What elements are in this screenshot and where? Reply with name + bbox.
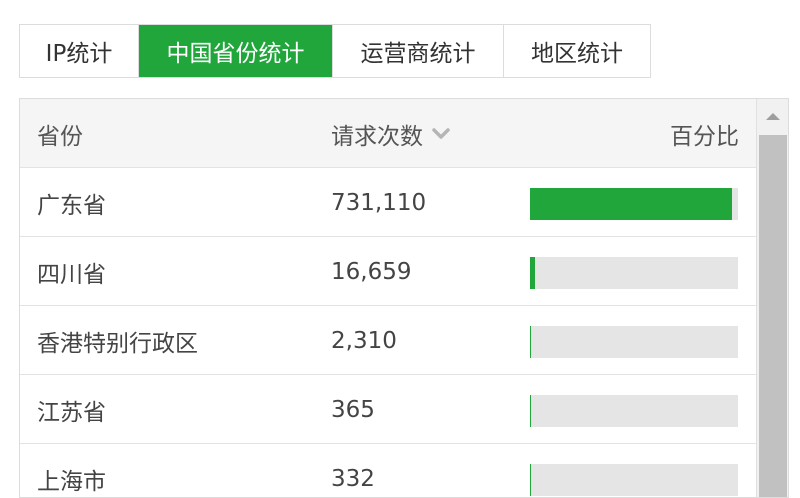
table-row: 四川省 16,659: [20, 237, 756, 306]
row-requests: 365: [331, 396, 375, 423]
row-requests: 16,659: [331, 258, 412, 285]
percent-bar-fill: [530, 188, 732, 220]
header-percent: 百分比: [670, 123, 739, 150]
row-province: 四川省: [37, 261, 106, 288]
table-row: 广东省 731,110: [20, 168, 756, 237]
tab-isp-stats[interactable]: 运营商统计: [333, 25, 504, 77]
triangle-up-icon: [765, 113, 780, 120]
chevron-down-icon: [432, 127, 450, 139]
header-requests-sortable[interactable]: 请求次数: [331, 99, 451, 168]
vertical-scrollbar[interactable]: [756, 99, 788, 497]
scrollbar-thumb[interactable]: [759, 135, 787, 497]
table-body: 省份 请求次数 百分比 广东省 731,110 四川省 16,659 香港特别行…: [20, 99, 756, 497]
tab-province-stats[interactable]: 中国省份统计: [139, 25, 333, 77]
row-province: 广东省: [37, 192, 106, 219]
table-row: 上海市 332: [20, 444, 756, 497]
row-province: 香港特别行政区: [37, 330, 198, 357]
tab-ip-stats[interactable]: IP统计: [20, 25, 139, 77]
table-row: 香港特别行政区 2,310: [20, 306, 756, 375]
scroll-up-button[interactable]: [757, 99, 788, 133]
table-header-row: 省份 请求次数 百分比: [20, 99, 756, 168]
header-requests-label: 请求次数: [331, 123, 423, 150]
tab-region-stats[interactable]: 地区统计: [504, 25, 650, 77]
row-requests: 731,110: [331, 189, 427, 216]
row-province: 上海市: [37, 468, 106, 495]
percent-bar-track: [530, 395, 738, 427]
row-province: 江苏省: [37, 399, 106, 426]
row-requests: 2,310: [331, 327, 397, 354]
percent-bar-track: [530, 464, 738, 496]
percent-bar-fill: [530, 464, 531, 496]
row-requests: 332: [331, 465, 375, 492]
stats-tab-bar: IP统计 中国省份统计 运营商统计 地区统计: [19, 24, 651, 78]
percent-bar-track: [530, 257, 738, 289]
province-stats-table: 省份 请求次数 百分比 广东省 731,110 四川省 16,659 香港特别行…: [19, 98, 789, 498]
percent-bar-track: [530, 188, 738, 220]
percent-bar-fill: [530, 257, 535, 289]
percent-bar-fill: [530, 395, 531, 427]
percent-bar-track: [530, 326, 738, 358]
header-province: 省份: [37, 123, 83, 150]
percent-bar-fill: [530, 326, 531, 358]
table-row: 江苏省 365: [20, 375, 756, 444]
